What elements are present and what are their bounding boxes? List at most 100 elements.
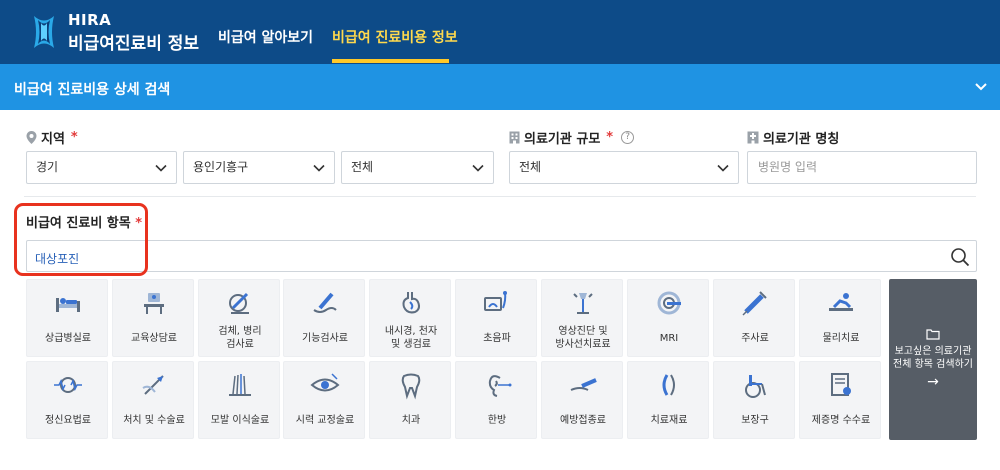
category-surgery[interactable]: 처치 및 수술료 bbox=[112, 361, 194, 439]
category-label: 치료재료 bbox=[650, 415, 688, 426]
help-icon[interactable]: ? bbox=[621, 131, 635, 144]
arrow-right-icon: → bbox=[927, 374, 939, 390]
category-mri[interactable]: MRI bbox=[627, 279, 709, 357]
category-label: 처치 및 수술료 bbox=[123, 415, 185, 426]
detail-search-header[interactable]: 비급여 진료비용 상세 검색 bbox=[0, 64, 1000, 110]
category-label: 정신요법료 bbox=[45, 415, 91, 426]
scale-value: 전체 bbox=[519, 160, 542, 174]
folder-icon bbox=[926, 329, 940, 340]
category-function-test[interactable]: 기능검사료 bbox=[283, 279, 365, 357]
highlight-box bbox=[14, 203, 148, 276]
category-injection[interactable]: 주사료 bbox=[713, 279, 795, 357]
category-assistive-device[interactable]: 보장구 bbox=[713, 361, 795, 439]
hospital-name-label: 의료기관 명칭 bbox=[747, 128, 839, 147]
category-vaccination[interactable]: 예방접종료 bbox=[541, 361, 623, 439]
cost-item-search-input[interactable]: 대상포진 bbox=[26, 240, 977, 272]
category-psychotherapy[interactable]: 정신요법료 bbox=[26, 361, 108, 439]
category-materials[interactable]: 치료재료 bbox=[627, 361, 709, 439]
category-label-line2: 방사선치료료 bbox=[555, 339, 611, 350]
chevron-down-icon[interactable] bbox=[974, 80, 988, 94]
chevron-down-icon bbox=[155, 164, 167, 172]
wheelchair-icon bbox=[745, 375, 766, 398]
category-imaging[interactable]: 영상진단 및 방사선치료료 bbox=[541, 279, 623, 357]
physical-therapy-icon bbox=[829, 293, 853, 311]
category-label: 치과 bbox=[401, 415, 421, 426]
category-label: 검체, 병리 bbox=[218, 326, 262, 337]
category-specimen-test[interactable]: 검체, 병리 검사료 bbox=[198, 279, 280, 357]
chevron-down-icon bbox=[472, 164, 484, 172]
hospital-name-label-text: 의료기관 명칭 bbox=[763, 132, 840, 147]
chevron-down-icon bbox=[313, 164, 325, 172]
category-label: 영상진단 및 bbox=[558, 326, 608, 337]
category-label: 시력 교정술료 bbox=[295, 415, 355, 426]
lens-icon bbox=[662, 374, 675, 396]
hospital-bed-icon bbox=[56, 298, 80, 312]
category-label: 예방접종료 bbox=[560, 415, 606, 426]
required-mark: * bbox=[70, 130, 78, 145]
category-label: 교육상담료 bbox=[131, 333, 177, 344]
category-label: 제증명 수수료 bbox=[811, 415, 871, 426]
category-room-fee[interactable]: 상급병실료 bbox=[26, 279, 108, 357]
scale-select[interactable]: 전체 bbox=[509, 151, 739, 184]
district-value: 용인기흥구 bbox=[193, 160, 249, 174]
scale-label-text: 의료기관 규모 bbox=[524, 132, 601, 147]
top-navigation: HIRA 비급여진료비 정보 비급여 알아보기 비급여 진료비용 정보 bbox=[0, 0, 1000, 64]
category-ultrasound[interactable]: 초음파 bbox=[455, 279, 537, 357]
mri-scanner-icon bbox=[657, 291, 681, 315]
radiology-icon bbox=[573, 293, 593, 314]
view-all-line1: 보고싶은 의료기관 bbox=[894, 346, 972, 357]
neighborhood-select[interactable]: 전체 bbox=[341, 151, 494, 184]
category-label: 주사료 bbox=[741, 333, 769, 344]
region-label-text: 지역 bbox=[41, 132, 65, 147]
category-label-line2: 검사료 bbox=[226, 339, 254, 350]
category-label: 기능검사료 bbox=[302, 333, 348, 344]
search-icon[interactable] bbox=[950, 247, 970, 267]
category-counsel-fee[interactable]: 교육상담료 bbox=[112, 279, 194, 357]
category-label: 초음파 bbox=[483, 333, 511, 344]
category-certificate-fee[interactable]: 제증명 수수료 bbox=[799, 361, 881, 439]
category-physical-therapy[interactable]: 물리치료 bbox=[799, 279, 881, 357]
scale-label: 의료기관 규모 * ? bbox=[509, 128, 635, 147]
vaccine-arm-icon bbox=[570, 378, 597, 391]
district-select[interactable]: 용인기흥구 bbox=[183, 151, 335, 184]
view-all-items-button[interactable]: 보고싶은 의료기관 전체 항목 검색하기 → bbox=[889, 279, 977, 440]
brand-subtitle[interactable]: 비급여진료비 정보 bbox=[68, 29, 199, 54]
brand-name: HIRA bbox=[68, 11, 112, 29]
nav-cost-info[interactable]: 비급여 진료비용 정보 bbox=[332, 27, 458, 47]
category-label: 내시경, 천자 bbox=[384, 326, 438, 337]
category-label: 한방 bbox=[487, 415, 507, 426]
hospital-icon bbox=[747, 131, 759, 144]
category-label: MRI bbox=[659, 333, 679, 344]
hair-icon bbox=[229, 374, 251, 396]
category-label: 모발 이식술료 bbox=[210, 415, 270, 426]
category-label-line2: 및 생검료 bbox=[391, 339, 431, 350]
brain-wave-icon bbox=[54, 377, 82, 393]
category-endoscopy[interactable]: 내시경, 천자 및 생검료 bbox=[369, 279, 451, 357]
certificate-icon bbox=[831, 373, 851, 396]
category-dental[interactable]: 치과 bbox=[369, 361, 451, 439]
category-vision-correction[interactable]: 시력 교정술료 bbox=[283, 361, 365, 439]
category-hair-transplant[interactable]: 모발 이식술료 bbox=[198, 361, 280, 439]
category-label: 상급병실료 bbox=[45, 333, 91, 344]
province-value: 경기 bbox=[36, 160, 59, 174]
required-mark: * bbox=[606, 130, 614, 145]
counseling-desk-icon bbox=[144, 293, 164, 314]
category-label: 물리치료 bbox=[822, 333, 860, 344]
category-oriental-medicine[interactable]: 한방 bbox=[455, 361, 537, 439]
nav-cost-guide[interactable]: 비급여 알아보기 bbox=[218, 27, 313, 47]
section-title: 비급여 진료비용 상세 검색 bbox=[14, 82, 171, 98]
view-all-line2: 전체 항목 검색하기 bbox=[893, 359, 973, 370]
building-icon bbox=[509, 131, 520, 144]
microscope-icon bbox=[229, 292, 249, 314]
ear-acupuncture-icon bbox=[488, 375, 512, 397]
scalpel-icon bbox=[142, 375, 164, 395]
category-label: 보장구 bbox=[741, 415, 769, 426]
hira-logo-icon[interactable] bbox=[30, 13, 58, 51]
eye-icon bbox=[310, 373, 340, 392]
stomach-icon bbox=[402, 292, 420, 314]
region-label: 지역 * bbox=[26, 128, 78, 147]
pen-test-icon bbox=[313, 292, 337, 313]
province-select[interactable]: 경기 bbox=[26, 151, 177, 184]
chevron-down-icon bbox=[717, 164, 729, 172]
hospital-name-input[interactable]: 병원명 입력 bbox=[747, 151, 977, 184]
